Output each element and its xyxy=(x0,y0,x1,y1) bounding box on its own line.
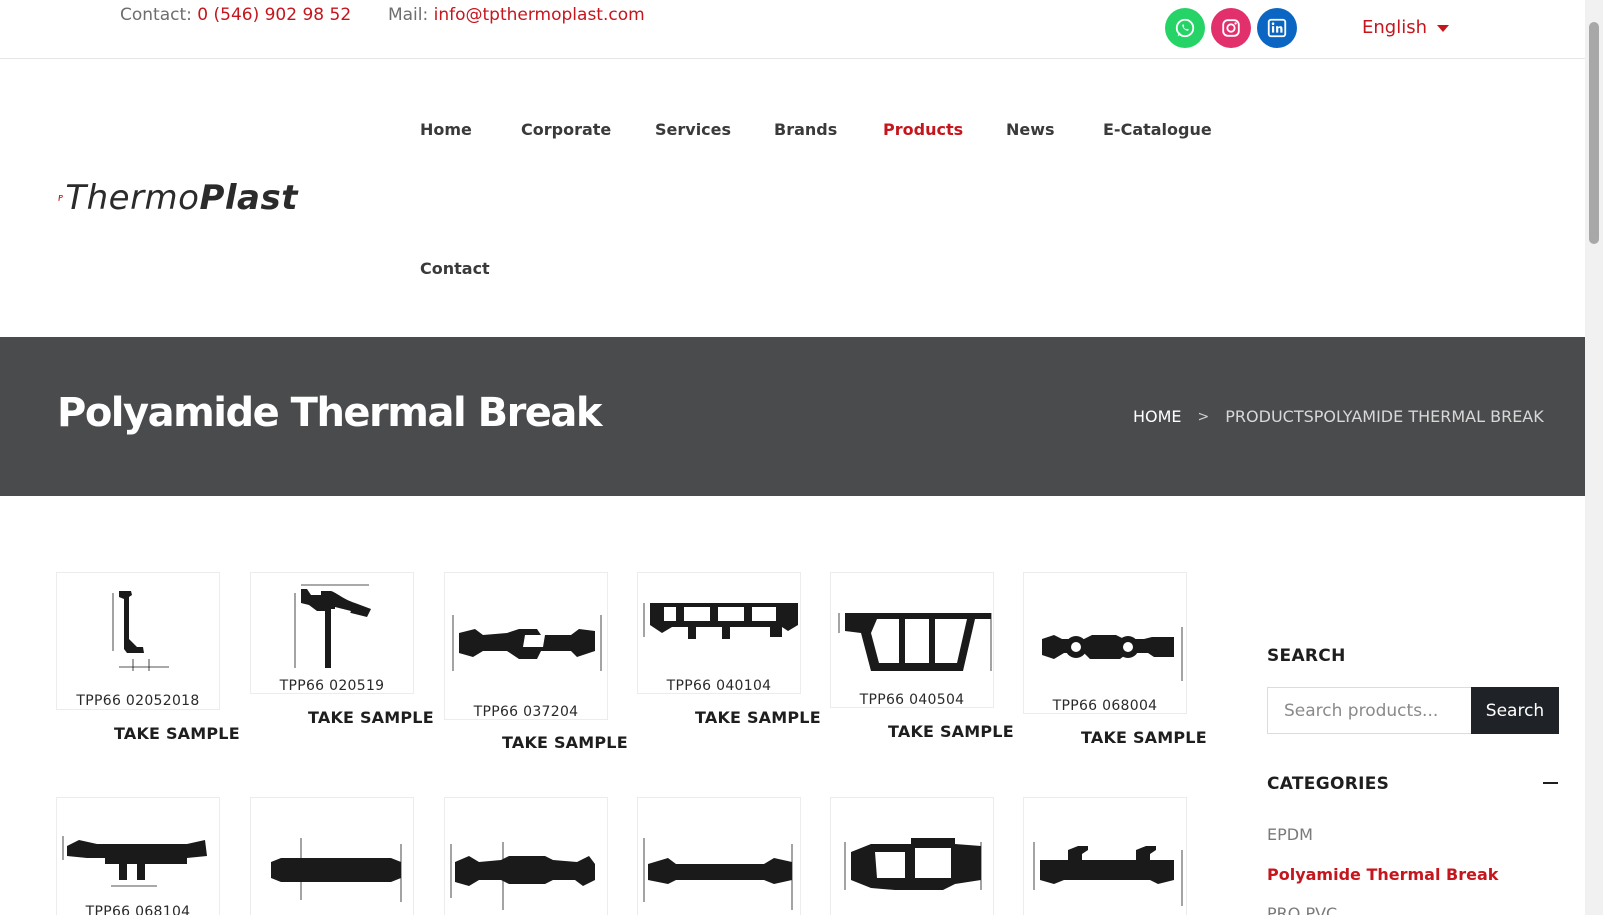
logo-text-bold: Plast xyxy=(199,178,298,218)
product-code: TPP66 068104 xyxy=(85,904,191,915)
mail-link[interactable]: info@tpthermoplast.com xyxy=(434,5,645,25)
product-drawing xyxy=(112,591,169,671)
search-input[interactable] xyxy=(1267,687,1471,734)
product-drawing xyxy=(643,838,793,910)
product-drawing xyxy=(62,836,207,887)
mail-label: Mail: xyxy=(387,5,429,25)
product-drawing xyxy=(838,613,992,671)
product-code: TPP66 040504 xyxy=(859,692,965,708)
product-card[interactable] xyxy=(830,797,994,915)
categories-heading: CATEGORIES xyxy=(1267,774,1390,794)
breadcrumb-separator-icon: > xyxy=(1197,408,1210,425)
product-card[interactable]: TPP66 068104 xyxy=(56,797,220,915)
collapse-minus-icon[interactable] xyxy=(1543,782,1558,784)
product-card[interactable]: TPP66 040504 xyxy=(830,572,994,708)
nav-corporate[interactable]: Corporate xyxy=(521,120,611,139)
caret-down-icon xyxy=(1437,25,1449,32)
product-card[interactable] xyxy=(250,797,414,915)
nav-contact[interactable]: Contact xyxy=(420,259,490,278)
product-card[interactable]: TPP66 040104 xyxy=(637,572,801,694)
language-selector[interactable]: English xyxy=(1362,17,1449,38)
language-label: English xyxy=(1362,17,1427,38)
nav-home[interactable]: Home xyxy=(420,120,472,139)
breadcrumb-home[interactable]: HOME xyxy=(1133,407,1182,426)
product-card[interactable]: TPP66 02052018 xyxy=(56,572,220,710)
search-heading: SEARCH xyxy=(1267,646,1346,666)
instagram-icon xyxy=(1222,19,1240,37)
breadcrumb: HOME > PRODUCTSPOLYAMIDE THERMAL BREAK xyxy=(1133,407,1544,426)
product-drawing xyxy=(643,603,798,639)
product-code: TPP66 040104 xyxy=(666,678,772,694)
logo-text-light: Thermo xyxy=(65,178,200,218)
take-sample-button[interactable]: TAKE SAMPLE xyxy=(114,724,240,743)
breadcrumb-current: PRODUCTSPOLYAMIDE THERMAL BREAK xyxy=(1225,407,1544,426)
nav-brands[interactable]: Brands xyxy=(774,120,837,139)
nav-services[interactable]: Services xyxy=(655,120,731,139)
contact-phone-link[interactable]: 0 (546) 902 98 52 xyxy=(197,5,351,25)
product-drawing xyxy=(452,615,602,671)
product-code: TPP66 02052018 xyxy=(76,693,200,709)
product-card[interactable]: TPP66 020519 xyxy=(250,572,414,694)
linkedin-icon xyxy=(1267,18,1287,38)
product-drawing xyxy=(450,842,595,910)
product-drawing xyxy=(1033,842,1183,906)
take-sample-button[interactable]: TAKE SAMPLE xyxy=(888,722,1014,741)
contact-label: Contact: xyxy=(120,5,192,25)
product-card[interactable]: TPP66 037204 xyxy=(444,572,608,720)
product-drawing xyxy=(1042,627,1183,681)
take-sample-button[interactable]: TAKE SAMPLE xyxy=(308,708,434,727)
take-sample-button[interactable]: TAKE SAMPLE xyxy=(1081,728,1207,747)
category-polyamide-thermal-break[interactable]: Polyamide Thermal Break xyxy=(1267,865,1498,884)
scrollbar-thumb[interactable] xyxy=(1589,22,1599,244)
product-card[interactable] xyxy=(637,797,801,915)
category-pro-pvc[interactable]: PRO PVC xyxy=(1267,904,1337,915)
category-epdm[interactable]: EPDM xyxy=(1267,825,1313,844)
top-bar: Contact: 0 (546) 902 98 52 Mail: info@tp… xyxy=(0,0,1585,59)
logo-mark-icon xyxy=(58,194,63,201)
instagram-button[interactable] xyxy=(1211,8,1251,48)
product-code: TPP66 037204 xyxy=(473,704,579,720)
nav-news[interactable]: News xyxy=(1006,120,1055,139)
page-banner: Polyamide Thermal Break HOME > PRODUCTSP… xyxy=(0,337,1585,496)
nav-ecatalogue[interactable]: E-Catalogue xyxy=(1103,120,1212,139)
take-sample-button[interactable]: TAKE SAMPLE xyxy=(502,733,628,752)
product-card[interactable] xyxy=(1023,797,1187,915)
search-button[interactable]: Search xyxy=(1471,687,1559,734)
scrollbar[interactable] xyxy=(1585,0,1603,915)
nav-products[interactable]: Products xyxy=(883,120,963,139)
whatsapp-button[interactable] xyxy=(1165,8,1205,48)
product-card[interactable] xyxy=(444,797,608,915)
product-drawing xyxy=(844,838,982,890)
product-drawing xyxy=(294,584,371,668)
product-code: TPP66 068004 xyxy=(1052,698,1158,714)
product-drawing xyxy=(271,838,402,902)
contact-info: Contact: 0 (546) 902 98 52 Mail: info@tp… xyxy=(120,5,645,25)
site-logo[interactable]: ThermoPlast xyxy=(58,178,298,218)
page-title: Polyamide Thermal Break xyxy=(57,390,603,436)
whatsapp-icon xyxy=(1175,18,1195,38)
product-code: TPP66 020519 xyxy=(279,678,385,694)
linkedin-button[interactable] xyxy=(1257,8,1297,48)
product-card[interactable]: TPP66 068004 xyxy=(1023,572,1187,714)
take-sample-button[interactable]: TAKE SAMPLE xyxy=(695,708,821,727)
